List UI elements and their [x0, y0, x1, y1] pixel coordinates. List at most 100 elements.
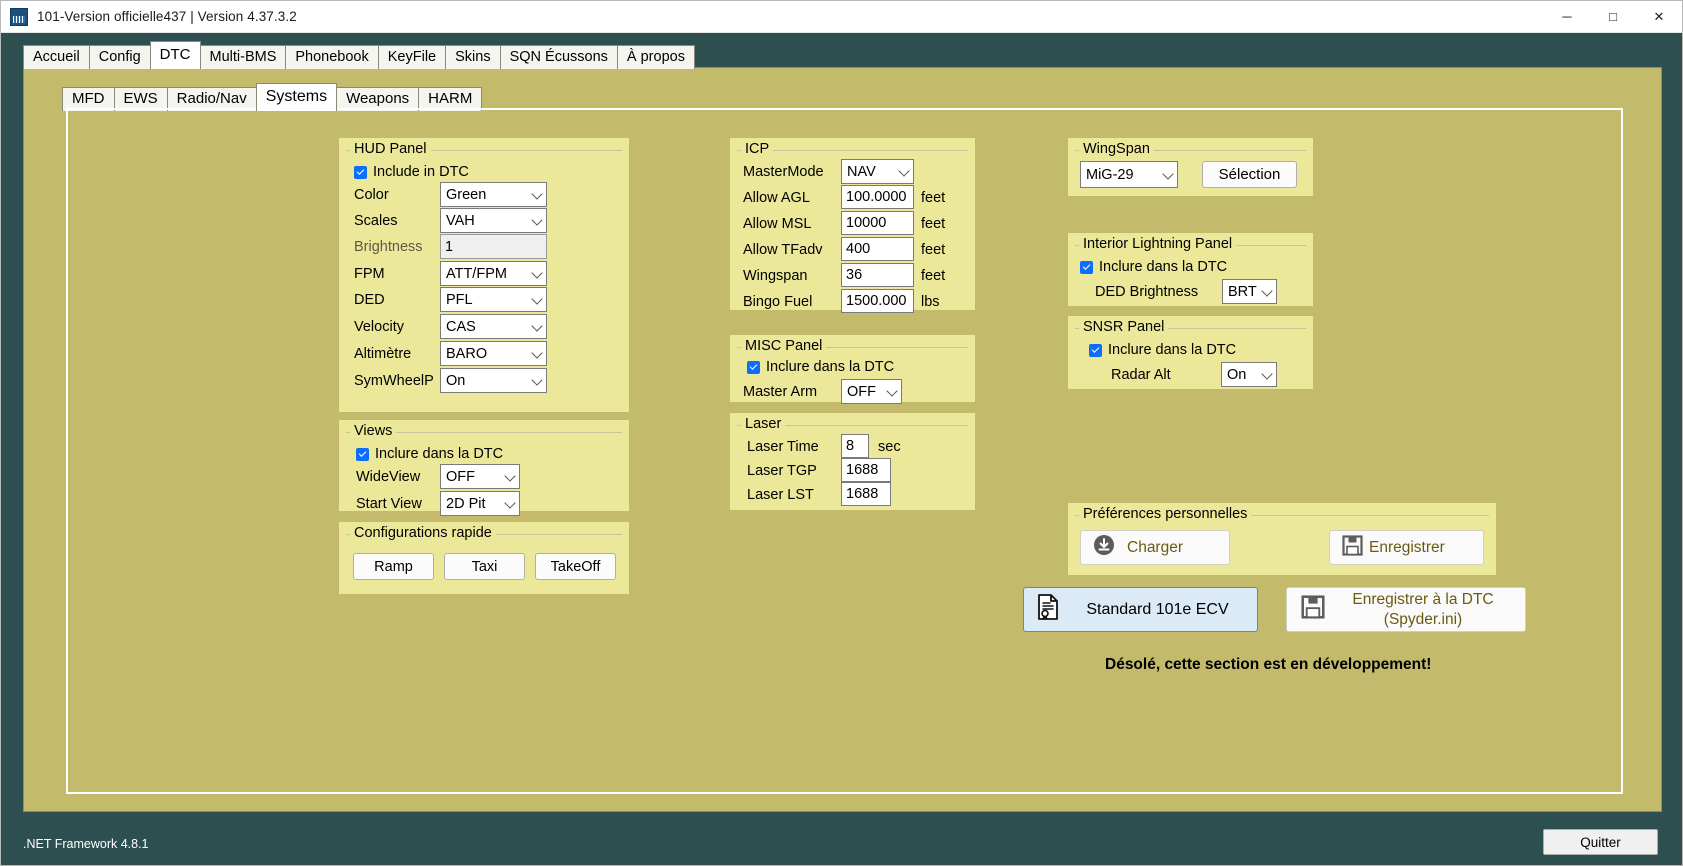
misc-master-arm-select[interactable]: OFF	[841, 379, 902, 404]
views-wideview-select[interactable]: OFF	[440, 464, 520, 489]
quit-button[interactable]: Quitter	[1543, 829, 1658, 855]
tab-keyfile[interactable]: KeyFile	[378, 45, 446, 69]
preferences-title: Préférences personnelles	[1079, 506, 1251, 522]
views-startview-select[interactable]: 2D Pit	[440, 491, 520, 516]
tab-multi-bms[interactable]: Multi-BMS	[200, 45, 287, 69]
icp-mastermode-select[interactable]: NAV	[841, 159, 914, 184]
laser-lst-value: 1688	[846, 486, 878, 502]
save-to-dtc-label-line1: Enregistrer à la DTC	[1352, 591, 1493, 608]
hud-symwheelp-select[interactable]: On	[440, 368, 547, 393]
icp-bingo-fuel-field[interactable]: 1500.000	[841, 289, 914, 313]
hud-symwheelp-value: On	[446, 373, 465, 389]
load-preferences-button[interactable]: Charger	[1080, 530, 1230, 565]
laser-tgp-label: Laser TGP	[747, 463, 817, 479]
interior-include-checkbox[interactable]	[1080, 261, 1093, 274]
standard-101e-ecv-button[interactable]: Standard 101e ECV	[1023, 587, 1258, 632]
tab-dtc[interactable]: DTC	[150, 41, 201, 69]
chevron-down-icon	[1261, 285, 1272, 296]
interior-ded-brightness-select[interactable]: BRT	[1222, 279, 1277, 304]
save-to-dtc-label-line2: (Spyder.ini)	[1384, 611, 1462, 628]
icp-mastermode-label: MasterMode	[743, 164, 824, 180]
close-button[interactable]: ✕	[1636, 1, 1682, 33]
takeoff-button[interactable]: TakeOff	[535, 553, 616, 580]
tab-accueil[interactable]: Accueil	[23, 45, 90, 69]
icp-allow-agl-field[interactable]: 100.0000	[841, 185, 914, 209]
icp-allow-tfadv-unit: feet	[921, 242, 945, 258]
save-to-dtc-button[interactable]: Enregistrer à la DTC (Spyder.ini)	[1286, 587, 1526, 632]
hud-panel-title: HUD Panel	[350, 141, 431, 157]
quick-config-title: Configurations rapide	[350, 525, 496, 541]
chevron-down-icon	[531, 188, 542, 199]
wingspan-aircraft-value: MiG-29	[1086, 167, 1134, 183]
laser-time-field[interactable]: 8	[841, 434, 869, 458]
interior-lightning-panel-group: Interior Lightning Panel Inclure dans la…	[1068, 233, 1313, 306]
hud-fpm-select[interactable]: ATT/FPM	[440, 261, 547, 286]
window-title: 101-Version officielle437 | Version 4.37…	[37, 9, 297, 24]
icp-allow-agl-label: Allow AGL	[743, 190, 810, 206]
download-circle-icon	[1093, 534, 1115, 561]
main-tab-bar: Accueil Config DTC Multi-BMS Phonebook K…	[23, 41, 694, 69]
interior-include-checkbox-row[interactable]: Inclure dans la DTC	[1080, 259, 1227, 275]
hud-altimetre-select[interactable]: BARO	[440, 341, 547, 366]
views-include-checkbox-row[interactable]: Inclure dans la DTC	[356, 446, 503, 462]
hud-symwheelp-label: SymWheelP	[354, 373, 434, 389]
subtab-systems[interactable]: Systems	[256, 83, 337, 111]
chevron-down-icon	[504, 470, 515, 481]
misc-include-checkbox-row[interactable]: Inclure dans la DTC	[747, 359, 894, 375]
hud-ded-select[interactable]: PFL	[440, 287, 547, 312]
laser-lst-label: Laser LST	[747, 487, 814, 503]
hud-scales-select[interactable]: VAH	[440, 208, 547, 233]
icp-bingo-fuel-label: Bingo Fuel	[743, 294, 812, 310]
laser-panel-title: Laser	[741, 416, 785, 432]
icp-wingspan-unit: feet	[921, 268, 945, 284]
hud-include-checkbox[interactable]	[354, 166, 367, 179]
laser-lst-field[interactable]: 1688	[841, 482, 891, 506]
taxi-button[interactable]: Taxi	[444, 553, 525, 580]
snsr-include-checkbox[interactable]	[1089, 344, 1102, 357]
hud-velocity-select[interactable]: CAS	[440, 314, 547, 339]
hud-scales-label: Scales	[354, 213, 398, 229]
hud-fpm-label: FPM	[354, 266, 385, 282]
icp-allow-tfadv-field[interactable]: 400	[841, 237, 914, 261]
standard-101e-ecv-label: Standard 101e ECV	[1068, 600, 1257, 620]
hud-velocity-label: Velocity	[354, 319, 404, 335]
tab-skins[interactable]: Skins	[445, 45, 500, 69]
tab-config[interactable]: Config	[89, 45, 151, 69]
application-window: 101-Version officielle437 | Version 4.37…	[0, 0, 1683, 866]
ramp-button[interactable]: Ramp	[353, 553, 434, 580]
interior-ded-brightness-label: DED Brightness	[1095, 284, 1198, 300]
views-wideview-label: WideView	[356, 469, 420, 485]
app-icon	[10, 8, 28, 26]
wingspan-selection-button[interactable]: Sélection	[1202, 161, 1297, 188]
hud-brightness-field[interactable]: 1	[440, 234, 547, 259]
snsr-radar-alt-select[interactable]: On	[1221, 362, 1277, 387]
hud-ded-value: PFL	[446, 292, 473, 308]
misc-master-arm-value: OFF	[847, 384, 876, 400]
icp-allow-tfadv-value: 400	[846, 241, 870, 257]
laser-tgp-field[interactable]: 1688	[841, 458, 891, 482]
wingspan-aircraft-select[interactable]: MiG-29	[1080, 161, 1178, 188]
icp-wingspan-field[interactable]: 36	[841, 263, 914, 287]
chevron-down-icon	[531, 267, 542, 278]
tab-phonebook[interactable]: Phonebook	[285, 45, 378, 69]
chevron-down-icon	[898, 165, 909, 176]
hud-velocity-value: CAS	[446, 319, 476, 335]
dtc-page: MFD EWS Radio/Nav Systems Weapons HARM H…	[23, 67, 1662, 812]
maximize-button[interactable]: □	[1590, 1, 1636, 33]
icp-wingspan-value: 36	[846, 267, 862, 283]
misc-include-checkbox[interactable]	[747, 361, 760, 374]
icp-allow-msl-field[interactable]: 10000	[841, 211, 914, 235]
views-startview-value: 2D Pit	[446, 496, 486, 512]
minimize-button[interactable]: ─	[1544, 1, 1590, 33]
footer-bar: .NET Framework 4.8.1 Quitter	[1, 817, 1682, 865]
icp-allow-msl-label: Allow MSL	[743, 216, 812, 232]
hud-color-value: Green	[446, 187, 486, 203]
hud-include-checkbox-row[interactable]: Include in DTC	[354, 164, 469, 180]
hud-color-select[interactable]: Green	[440, 182, 547, 207]
tab-a-propos[interactable]: À propos	[617, 45, 695, 69]
tab-sqn-ecussons[interactable]: SQN Écussons	[500, 45, 618, 69]
views-panel-group: Views Inclure dans la DTC WideView OFF S…	[339, 420, 629, 511]
save-preferences-button[interactable]: Enregistrer	[1329, 530, 1484, 565]
snsr-include-checkbox-row[interactable]: Inclure dans la DTC	[1089, 342, 1236, 358]
views-include-checkbox[interactable]	[356, 448, 369, 461]
